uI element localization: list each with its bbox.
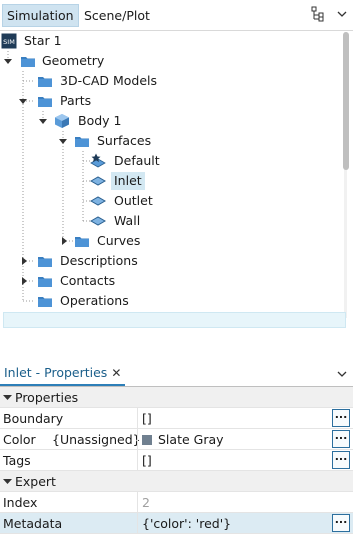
collapse-caret-icon[interactable] <box>3 477 12 486</box>
property-extra: {Unassigned} <box>52 432 141 447</box>
tree-item-inlet[interactable]: Inlet <box>0 171 330 191</box>
tree-item-label: Operations <box>60 293 129 308</box>
property-value: 2 <box>142 495 150 510</box>
folder-icon <box>38 277 52 287</box>
property-name: Metadata <box>3 516 63 531</box>
property-row-metadata[interactable]: Metadata {'color': 'red'} ... <box>0 513 353 534</box>
tree-item-label: Wall <box>114 213 141 228</box>
tree-item-label: 3D-CAD Models <box>60 73 158 88</box>
folder-icon <box>21 57 35 67</box>
surface-icon <box>90 216 106 226</box>
property-value[interactable]: {'color': 'red'} <box>142 513 231 534</box>
edit-ellipsis-button[interactable]: ... <box>332 409 350 427</box>
tab-inlet-properties[interactable]: Inlet - Properties ✕ <box>0 362 126 386</box>
tree-item-outlet[interactable]: Outlet <box>0 191 330 211</box>
panel-splitter[interactable] <box>0 352 353 362</box>
folder-icon <box>75 137 89 147</box>
edit-ellipsis-button[interactable]: ... <box>332 514 350 532</box>
tree-item-parts[interactable]: Parts <box>0 91 330 111</box>
column-divider <box>137 513 138 534</box>
surface-icon <box>90 176 106 186</box>
tree-vertical-scrollbar[interactable] <box>341 32 350 318</box>
tree-item-body1[interactable]: Body 1 <box>0 111 330 131</box>
part-body-icon <box>55 114 69 128</box>
column-divider <box>137 408 138 429</box>
tree-item-operations[interactable]: Operations <box>0 291 330 311</box>
folder-icon <box>38 77 52 87</box>
tree-horizontal-scrollbar[interactable] <box>3 312 346 328</box>
property-value[interactable]: [] <box>142 450 152 471</box>
simulation-tree: SIM Star 1 Geometry 3D-CAD Models Parts … <box>0 30 353 353</box>
properties-header: Inlet - Properties ✕ <box>0 362 353 387</box>
chevron-down-icon[interactable] <box>336 8 348 20</box>
property-value[interactable]: [] <box>142 408 152 429</box>
section-label: Expert <box>15 474 56 489</box>
tree-item-label: Body 1 <box>78 113 122 128</box>
tab-scene-plot[interactable]: Scene/Plot <box>80 5 154 26</box>
tree-item-label: Descriptions <box>60 253 138 268</box>
tree-item-label: Geometry <box>42 53 105 68</box>
property-value[interactable]: Slate Gray <box>158 429 224 450</box>
default-surface-icon <box>90 153 106 168</box>
property-name: Index <box>3 495 38 510</box>
edit-ellipsis-button[interactable]: ... <box>332 430 350 448</box>
tree-item-label: Outlet <box>114 193 153 208</box>
edit-ellipsis-button[interactable]: ... <box>332 451 350 469</box>
collapse-arrow-icon[interactable] <box>18 275 30 287</box>
sim-file-icon-text: SIM <box>3 38 15 46</box>
color-swatch <box>142 435 152 445</box>
collapse-arrow-icon[interactable] <box>18 255 30 267</box>
property-name: Boundary <box>3 411 64 426</box>
expand-arrow-icon[interactable] <box>2 55 14 67</box>
sim-file-icon: SIM <box>1 33 17 49</box>
tree-item-surfaces[interactable]: Surfaces <box>0 131 330 151</box>
property-name: Color <box>3 432 36 447</box>
scrollbar-thumb[interactable] <box>343 32 349 170</box>
tree-item-geometry[interactable]: Geometry <box>0 51 330 71</box>
tree-item-label: Star 1 <box>24 33 62 48</box>
tree-item-label: Inlet <box>111 172 145 190</box>
section-properties[interactable]: Properties <box>0 387 353 408</box>
tree-item-default[interactable]: Default <box>0 151 330 171</box>
tree-item-curves[interactable]: Curves <box>0 231 330 251</box>
tree-item-label: Curves <box>97 233 141 248</box>
column-divider <box>137 450 138 471</box>
properties-tab-title: Inlet - Properties <box>4 365 108 380</box>
tab-simulation[interactable]: Simulation <box>2 4 79 27</box>
expand-arrow-icon[interactable] <box>17 95 29 107</box>
expand-arrow-icon[interactable] <box>37 115 49 127</box>
top-tab-bar: Simulation Scene/Plot <box>0 0 353 30</box>
property-name: Tags <box>3 453 31 468</box>
tree-view-icon[interactable] <box>311 6 327 22</box>
column-divider <box>137 492 138 513</box>
tree-item-wall[interactable]: Wall <box>0 211 330 231</box>
tree-item-label: Contacts <box>60 273 116 288</box>
section-expert[interactable]: Expert <box>0 471 353 492</box>
tree-item-label: Default <box>114 153 160 168</box>
tree-item-label: Surfaces <box>97 133 152 148</box>
property-row-color[interactable]: Color {Unassigned} Slate Gray ... <box>0 429 353 450</box>
folder-icon <box>75 237 89 247</box>
folder-icon <box>38 97 52 107</box>
tree-item-star1[interactable]: SIM Star 1 <box>0 31 330 51</box>
property-row-boundary[interactable]: Boundary [] ... <box>0 408 353 429</box>
column-divider <box>137 429 138 450</box>
collapse-caret-icon[interactable] <box>3 393 12 402</box>
chevron-down-icon[interactable] <box>336 368 348 380</box>
expand-arrow-icon[interactable] <box>57 135 69 147</box>
property-row-tags[interactable]: Tags [] ... <box>0 450 353 471</box>
property-row-index[interactable]: Index 2 <box>0 492 353 513</box>
collapse-arrow-icon[interactable] <box>58 235 70 247</box>
tree-item-3d-cad-models[interactable]: 3D-CAD Models <box>0 71 330 91</box>
surface-icon <box>90 196 106 206</box>
tree-item-descriptions[interactable]: Descriptions <box>0 251 330 271</box>
close-icon[interactable]: ✕ <box>111 366 121 380</box>
folder-icon <box>38 297 52 307</box>
folder-icon <box>38 257 52 267</box>
tree-item-label: Parts <box>60 93 92 108</box>
section-label: Properties <box>15 390 79 405</box>
tree-item-contacts[interactable]: Contacts <box>0 271 330 291</box>
